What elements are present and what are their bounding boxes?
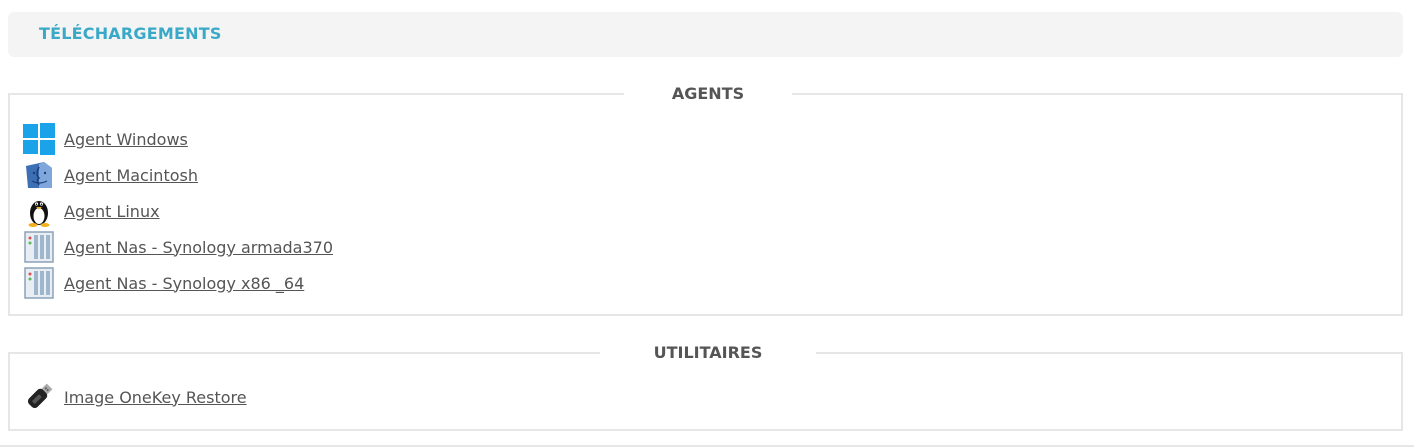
agent-nas-armada370-link[interactable]: Agent Nas - Synology armada370 bbox=[64, 238, 333, 257]
onekey-restore-link[interactable]: Image OneKey Restore bbox=[64, 388, 247, 407]
windows-icon[interactable] bbox=[22, 122, 56, 156]
usb-key-icon[interactable] bbox=[22, 380, 56, 414]
linux-icon[interactable] bbox=[22, 194, 56, 228]
nas-icon[interactable] bbox=[22, 266, 56, 300]
utilities-section: UTILITAIRES Image OneKey Restore bbox=[8, 342, 1403, 431]
agent-nas-x86-64-row: Agent Nas - Synology x86 _64 bbox=[22, 266, 304, 300]
agent-windows-row: Agent Windows bbox=[22, 122, 188, 156]
onekey-restore-row: Image OneKey Restore bbox=[22, 380, 247, 414]
agent-macintosh-link[interactable]: Agent Macintosh bbox=[64, 166, 198, 185]
agents-section: AGENTS Agent Windows Agent Macintosh Age… bbox=[8, 83, 1403, 316]
agents-section-title: AGENTS bbox=[624, 83, 792, 105]
downloads-page: TÉLÉCHARGEMENTS AGENTS Agent Windows Age… bbox=[0, 0, 1414, 447]
agent-nas-armada370-row: Agent Nas - Synology armada370 bbox=[22, 230, 333, 264]
utilities-section-title: UTILITAIRES bbox=[600, 342, 816, 364]
agent-macintosh-row: Agent Macintosh bbox=[22, 158, 198, 192]
agent-linux-row: Agent Linux bbox=[22, 194, 160, 228]
agent-linux-link[interactable]: Agent Linux bbox=[64, 202, 160, 221]
macintosh-icon[interactable] bbox=[22, 158, 56, 192]
nas-icon[interactable] bbox=[22, 230, 56, 264]
page-title: TÉLÉCHARGEMENTS bbox=[39, 24, 222, 43]
agent-nas-x86-64-link[interactable]: Agent Nas - Synology x86 _64 bbox=[64, 274, 304, 293]
downloads-header: TÉLÉCHARGEMENTS bbox=[8, 12, 1403, 57]
agent-windows-link[interactable]: Agent Windows bbox=[64, 130, 188, 149]
